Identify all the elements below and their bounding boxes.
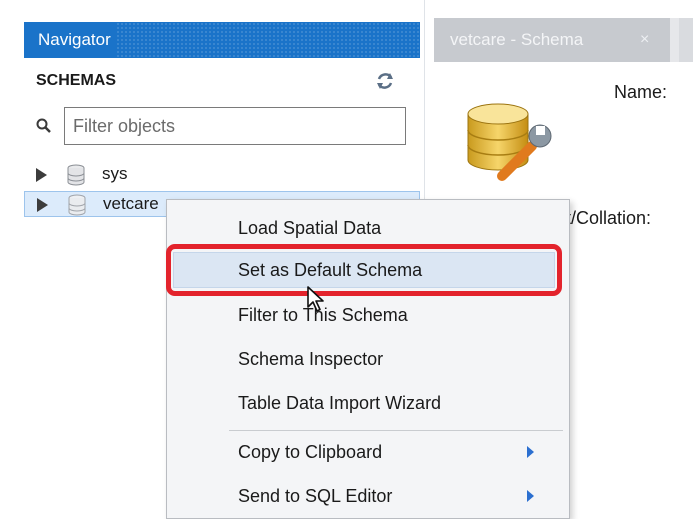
menu-item-send-to-sql-editor[interactable]: Send to SQL Editor	[167, 474, 569, 518]
menu-item-label: Schema Inspector	[238, 349, 384, 369]
menu-item-schema-inspector[interactable]: Schema Inspector	[167, 337, 569, 381]
close-icon[interactable]: ×	[640, 18, 649, 62]
schema-database-icon	[467, 103, 552, 181]
search-icon	[36, 118, 51, 133]
menu-item-copy-to-clipboard[interactable]: Copy to Clipboard	[167, 430, 569, 474]
refresh-icon[interactable]	[374, 70, 396, 92]
database-icon	[68, 194, 86, 216]
charset-collation-label: et/Collation:	[556, 208, 652, 228]
filter-objects-input[interactable]: Filter objects	[64, 107, 406, 145]
submenu-arrow-icon	[527, 446, 534, 458]
tree-item-label: sys	[102, 164, 128, 183]
database-icon	[67, 164, 85, 186]
menu-item-label: Table Data Import Wizard	[238, 393, 442, 413]
menu-item-label: Send to SQL Editor	[238, 486, 393, 506]
tab-bar-edge	[679, 18, 693, 62]
submenu-arrow-icon	[527, 490, 534, 502]
schemas-title: SCHEMAS	[36, 72, 117, 89]
menu-item-table-data-import-wizard[interactable]: Table Data Import Wizard	[167, 381, 569, 425]
menu-item-label: Copy to Clipboard	[238, 442, 383, 462]
tab-vetcare-schema[interactable]: vetcare - Schema ×	[434, 18, 670, 62]
schema-name-label: Name:	[614, 82, 668, 102]
tree-item-label: vetcare	[103, 194, 159, 213]
navigator-header: Navigator	[24, 22, 420, 58]
mouse-cursor-icon	[307, 286, 324, 312]
tab-label: vetcare - Schema	[450, 30, 584, 49]
expand-triangle-icon[interactable]	[36, 168, 47, 182]
annotation-highlight-box	[166, 244, 562, 296]
navigator-title: Navigator	[24, 22, 117, 58]
editor-tab-bar: vetcare - Schema ×	[434, 18, 693, 62]
expand-triangle-icon[interactable]	[37, 198, 48, 212]
tree-item-sys[interactable]: sys	[24, 162, 420, 188]
menu-item-filter-to-this-schema[interactable]: Filter to This Schema	[167, 293, 569, 337]
